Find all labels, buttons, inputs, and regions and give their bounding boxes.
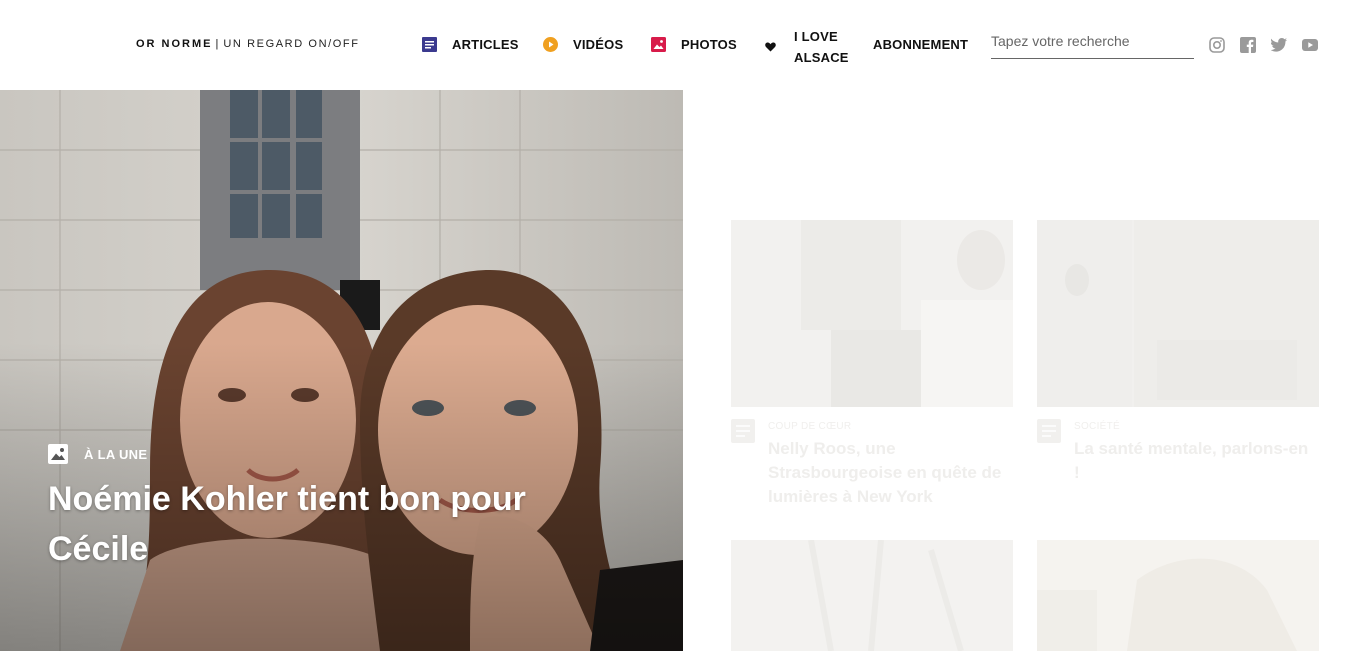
photo-icon [48, 444, 68, 464]
search-field[interactable] [991, 31, 1194, 59]
instagram-icon[interactable] [1209, 37, 1225, 53]
article-thumbnail [731, 220, 1013, 407]
search-input[interactable] [991, 31, 1194, 51]
brand-name: OR NORME [136, 38, 213, 50]
facebook-icon[interactable] [1240, 37, 1256, 53]
brand-separator: | [215, 38, 221, 50]
nav-videos[interactable]: VIDÉOS [543, 37, 623, 52]
youtube-icon[interactable] [1302, 37, 1318, 53]
article-title[interactable]: La santé mentale, parlons-en ! [1074, 437, 1314, 485]
heart-icon [763, 40, 778, 55]
article-thumbnail [1037, 220, 1319, 407]
hero-title[interactable]: Noémie Kohler tient bon pour Cécile [48, 474, 608, 574]
article-icon [731, 419, 755, 443]
nav-subscription-label: ABONNEMENT [873, 37, 969, 52]
twitter-icon[interactable] [1271, 37, 1287, 53]
nav-photos[interactable]: PHOTOS [651, 37, 737, 52]
article-icon [1037, 419, 1061, 443]
nav-videos-label: VIDÉOS [573, 37, 624, 52]
nav-subscription[interactable]: ABONNEMENT [873, 37, 968, 52]
article-category: COUP DE CŒUR [768, 421, 852, 432]
article-title[interactable]: Nelly Roos, une Strasbourgeoise en quête… [768, 437, 1008, 509]
hero-category-label: À LA UNE [84, 446, 148, 462]
nav-love-line1: I LOVE [794, 29, 838, 44]
nav-articles[interactable]: ARTICLES [422, 37, 519, 52]
hero-category[interactable]: À LA UNE [48, 444, 147, 464]
nav-i-love-alsace[interactable]: I LOVE ALSACE [763, 26, 854, 68]
site-logo[interactable]: OR NORME | UN REGARD ON/OFF [136, 38, 360, 50]
article-thumbnail[interactable] [731, 540, 1013, 651]
article-thumbnail[interactable] [1037, 540, 1319, 651]
nav-love-line2: ALSACE [794, 50, 849, 65]
nav-articles-label: ARTICLES [452, 37, 519, 52]
article-icon [422, 37, 437, 52]
site-header: OR NORME | UN REGARD ON/OFF ARTICLES VIDÉO… [0, 0, 1366, 90]
nav-photos-label: PHOTOS [681, 37, 737, 52]
photo-icon [651, 37, 666, 52]
brand-tagline: UN REGARD ON/OFF [223, 38, 360, 50]
article-category: SOCIÉTÉ [1074, 421, 1120, 432]
play-icon [543, 37, 558, 52]
hero-featured-article[interactable]: À LA UNE Noémie Kohler tient bon pour Cé… [0, 90, 683, 651]
